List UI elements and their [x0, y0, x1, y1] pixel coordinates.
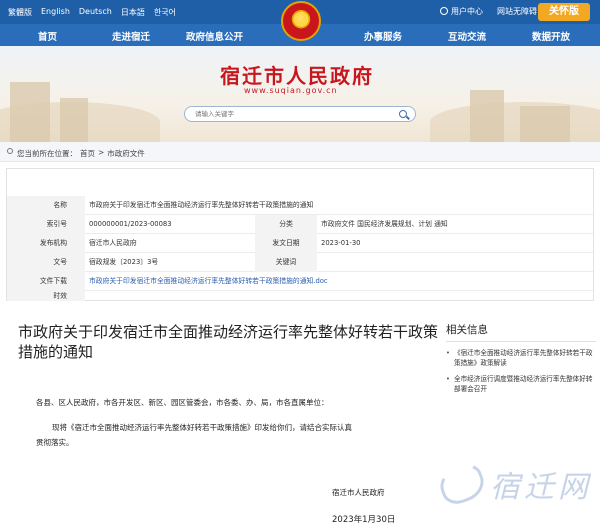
- user-icon: [440, 7, 448, 15]
- breadcrumb: 您当前所在位置： 首页 > 市政府文件: [0, 142, 600, 162]
- banner-decoration-right: [430, 102, 600, 142]
- search-icon[interactable]: [399, 110, 407, 118]
- info-row-index: 索引号 000000001/2023-00083 分类 市政府文件 国民经济发展…: [7, 215, 593, 234]
- article-salutation: 各县、区人民政府，市各开发区、新区、园区管委会，市各委、办、局，市各直属单位：: [36, 398, 329, 407]
- download-link[interactable]: 市政府关于印发宿迁市全面推动经济运行率先整体好转若干政策措施的通知.doc: [85, 272, 585, 291]
- info-label: 关键词: [255, 253, 317, 272]
- info-label: 文件下载: [7, 272, 85, 291]
- info-value: 宿政规发〔2023〕3号: [89, 258, 159, 266]
- info-value: 2023-01-30: [321, 239, 361, 247]
- lang-english[interactable]: English: [41, 7, 70, 18]
- nav-gov-info[interactable]: 政府信息公开: [186, 29, 243, 43]
- related-heading: 相关信息: [446, 322, 596, 342]
- site-title: 宿迁市人民政府: [220, 64, 374, 88]
- nav-interaction[interactable]: 互动交流: [448, 29, 486, 43]
- care-mode-button[interactable]: 关怀版: [538, 3, 590, 21]
- lang-traditional[interactable]: 繁體版: [8, 7, 32, 18]
- breadcrumb-home[interactable]: 首页: [80, 148, 95, 159]
- site-url: www.suqian.gov.cn: [244, 86, 338, 95]
- info-value: [317, 253, 587, 272]
- info-value: 市政府关于印发宿迁市全面推动经济运行率先整体好转若干政策措施的通知: [89, 201, 314, 209]
- user-links: 用户中心 网站无障碍: [440, 6, 537, 17]
- article-signer: 宿迁市人民政府: [332, 488, 385, 497]
- info-row-download: 文件下载 市政府关于印发宿迁市全面推动经济运行率先整体好转若干政策措施的通知.d…: [7, 272, 593, 291]
- breadcrumb-prefix: 您当前所在位置：: [17, 149, 77, 158]
- star-icon: ★: [295, 11, 306, 25]
- nav-home[interactable]: 首页: [38, 29, 57, 43]
- article-date: 2023年1月30日: [332, 515, 396, 525]
- lang-german[interactable]: Deutsch: [79, 7, 112, 18]
- article-title: 市政府关于印发宿迁市全面推动经济运行率先整体好转若干政策措施的通知: [18, 323, 439, 361]
- lang-korean[interactable]: 한국어: [154, 7, 176, 18]
- info-label: 名称: [7, 196, 85, 215]
- info-row-name: 名称 市政府关于印发宿迁市全面推动经济运行率先整体好转若干政策措施的通知: [7, 196, 593, 215]
- related-item[interactable]: 《宿迁市全面推动经济运行率先整体好转若干政策措施》政策解读: [446, 348, 596, 368]
- nav-services[interactable]: 办事服务: [364, 29, 402, 43]
- banner-building-left-2: [60, 98, 88, 142]
- info-row-validity: 时效: [7, 291, 593, 301]
- banner-building-right: [470, 90, 504, 142]
- nav-about-suqian[interactable]: 走进宿迁: [112, 29, 150, 43]
- lang-japanese[interactable]: 日本語: [121, 7, 145, 18]
- watermark-swirl-icon: [435, 459, 489, 509]
- watermark-logo: 宿迁网: [435, 458, 592, 509]
- info-value: 市政府文件 国民经济发展规划、计划 通知: [321, 220, 448, 228]
- search-input[interactable]: [195, 109, 385, 120]
- related-item[interactable]: 全市经济运行调度暨推动经济运行率先整体好转部署会召开: [446, 374, 596, 394]
- info-label: 发文日期: [255, 234, 317, 253]
- national-emblem-icon: ★: [281, 1, 321, 41]
- article-body-line: 现将《宿迁市全面推动经济运行率先整体好转若干政策措施》印发给你们，请结合实际认真: [52, 423, 352, 432]
- info-label: 分类: [255, 215, 317, 234]
- breadcrumb-current[interactable]: 市政府文件: [107, 148, 145, 159]
- accessibility-link[interactable]: 网站无障碍: [497, 6, 537, 17]
- related-info-panel: 相关信息 《宿迁市全面推动经济运行率先整体好转若干政策措施》政策解读 全市经济运…: [446, 322, 596, 394]
- nav-open-data[interactable]: 数据开放: [532, 29, 570, 43]
- location-icon: [7, 148, 13, 154]
- info-label: 时效: [7, 291, 85, 301]
- info-value: 宿迁市人民政府: [89, 239, 137, 247]
- article-body-line: 贯彻落实。: [36, 438, 74, 447]
- banner-building-right-2: [520, 106, 570, 142]
- info-label: 索引号: [7, 215, 85, 234]
- watermark-text: 宿迁网: [490, 470, 592, 505]
- info-value: 000000001/2023-00083: [89, 220, 172, 228]
- language-switcher: 繁體版 English Deutsch 日本語 한국어: [8, 7, 176, 18]
- breadcrumb-separator: >: [98, 148, 105, 157]
- header-banner: 宿迁市人民政府 www.suqian.gov.cn: [0, 46, 600, 142]
- info-value: [85, 291, 585, 301]
- info-label: 发布机构: [7, 234, 85, 253]
- document-info-table: 名称 市政府关于印发宿迁市全面推动经济运行率先整体好转若干政策措施的通知 索引号…: [6, 168, 594, 301]
- info-row-docno: 文号 宿政规发〔2023〕3号 关键词: [7, 253, 593, 272]
- banner-building-left: [10, 82, 50, 142]
- info-row-issuer: 发布机构 宿迁市人民政府 发文日期 2023-01-30: [7, 234, 593, 253]
- search-box: [184, 106, 416, 122]
- info-label: 文号: [7, 253, 85, 272]
- user-center-link[interactable]: 用户中心: [440, 6, 483, 17]
